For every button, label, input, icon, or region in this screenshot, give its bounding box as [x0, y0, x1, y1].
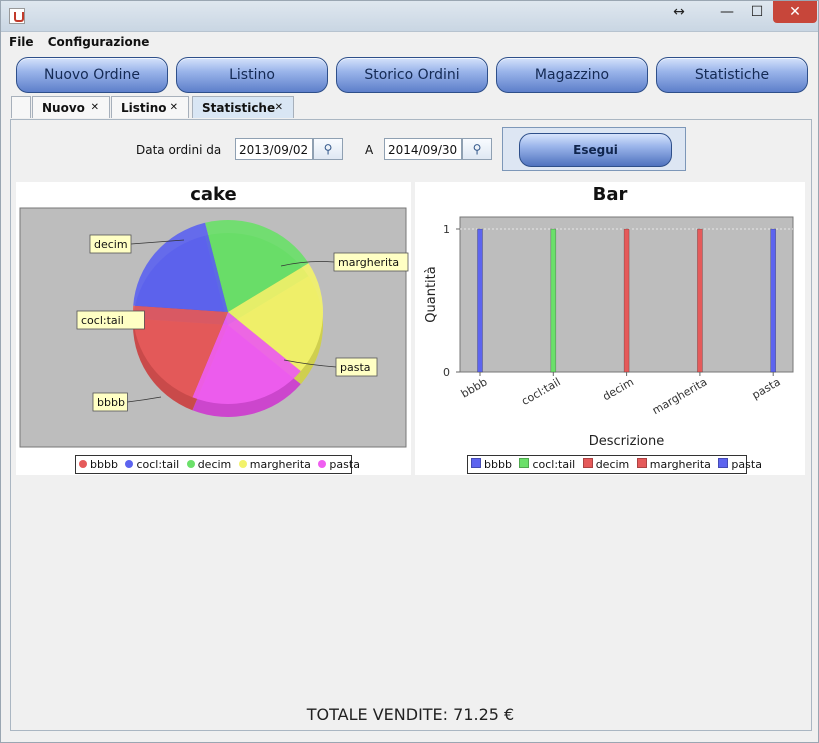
- x-axis-label: Descrizione: [589, 434, 665, 449]
- legend-dot-icon: [125, 460, 134, 468]
- main-navigation: Nuovo Ordine Listino Storico Ordini Maga…: [13, 57, 808, 93]
- title-bar: ↔ — ☐ ✕: [1, 1, 818, 32]
- storico-ordini-button[interactable]: Storico Ordini: [336, 57, 488, 93]
- nuovo-ordine-button[interactable]: Nuovo Ordine: [16, 57, 168, 93]
- date-to-picker-button[interactable]: ⚲: [462, 138, 492, 160]
- calendar-pin-icon: ⚲: [323, 142, 333, 156]
- total-sales-label: TOTALE VENDITE: 71.25 €: [306, 705, 515, 724]
- legend-label: bbbb: [484, 458, 512, 471]
- legend-label: cocl:tail: [136, 458, 180, 471]
- legend-dot-icon: [186, 460, 195, 468]
- tab-nuovo-label: Nuovo: [42, 101, 85, 115]
- date-from-picker-button[interactable]: ⚲: [313, 138, 343, 160]
- x-tick-label: margherita: [650, 375, 709, 417]
- legend-item: bbbb: [471, 456, 512, 474]
- x-tick-label: decim: [601, 375, 637, 403]
- tab-listino-label: Listino: [121, 101, 167, 115]
- statistiche-button[interactable]: Statistiche: [656, 57, 808, 93]
- bar-cocltail[interactable]: [550, 228, 557, 373]
- execute-button-frame: Esegui: [502, 127, 686, 171]
- listino-button[interactable]: Listino: [176, 57, 328, 93]
- menu-file[interactable]: File: [9, 35, 34, 49]
- pie-label-pasta: pasta: [340, 361, 371, 374]
- legend-item: decim: [582, 456, 630, 474]
- legend-label: pasta: [329, 458, 360, 471]
- pie-chart: decim margherita pasta bbbb cocl:tail: [19, 207, 409, 448]
- date-from-input[interactable]: 2013/09/02: [235, 138, 313, 160]
- date-to-label: A: [365, 143, 374, 157]
- legend-item: decim: [186, 456, 232, 474]
- pie-label-cocltail: cocl:tail: [81, 314, 124, 327]
- calendar-pin-icon: ⚲: [472, 142, 482, 156]
- tab-statistiche-label: Statistiche: [202, 101, 276, 115]
- legend-label: margherita: [249, 458, 311, 471]
- magazzino-button[interactable]: Magazzino: [496, 57, 648, 93]
- date-from-label: Data ordini da: [136, 143, 222, 157]
- legend-label: cocl:tail: [532, 458, 576, 471]
- tab-blank[interactable]: [11, 96, 31, 118]
- legend-item: cocl:tail: [519, 456, 575, 474]
- legend-item: bbbb: [79, 456, 118, 474]
- tab-listino[interactable]: Listino ✕: [111, 96, 189, 118]
- resize-icon[interactable]: ↔: [665, 1, 693, 23]
- tab-bar: Nuovo ✕ Listino ✕ Statistiche ✕: [11, 96, 811, 118]
- x-tick-label: cocl:tail: [519, 375, 563, 408]
- pie-chart-card: cake decim margherita pasta bbbb cocl:tail b…: [16, 182, 411, 475]
- pie-label-bbbb: bbbb: [97, 396, 125, 409]
- legend-square-icon: [582, 458, 593, 468]
- y-tick-label: 1: [443, 223, 450, 236]
- close-icon[interactable]: ✕: [773, 1, 817, 23]
- menu-configurazione[interactable]: Configurazione: [48, 35, 150, 49]
- minimize-icon[interactable]: —: [713, 1, 741, 23]
- bar-decim[interactable]: [623, 228, 630, 373]
- bar-bbbb[interactable]: [477, 228, 483, 373]
- legend-label: bbbb: [90, 458, 118, 471]
- bar-pasta[interactable]: [770, 228, 777, 373]
- date-to-input[interactable]: 2014/09/30: [384, 138, 462, 160]
- tab-close-icon[interactable]: ✕: [91, 97, 99, 119]
- application-window: ↔ — ☐ ✕ File Configurazione Nuovo Ordine…: [0, 0, 819, 743]
- legend-square-icon: [718, 458, 729, 468]
- menu-bar: File Configurazione: [9, 35, 159, 53]
- java-app-icon: [9, 8, 25, 24]
- legend-label: decim: [595, 458, 630, 471]
- legend-label: margherita: [649, 458, 711, 471]
- legend-item: margherita: [238, 456, 311, 474]
- legend-item: margherita: [636, 456, 711, 474]
- bar-chart-card: Bar 0 1 Quantità bbbb cocl:tail decim margheri…: [415, 182, 805, 475]
- legend-square-icon: [471, 458, 481, 468]
- y-axis-label: Quantità: [424, 266, 439, 322]
- legend-item: pasta: [718, 456, 762, 474]
- tab-nuovo[interactable]: Nuovo ✕: [32, 96, 110, 118]
- legend-dot-icon: [318, 460, 327, 468]
- bar-legend: bbbb cocl:tail decim margherita pasta: [467, 455, 762, 474]
- pie-label-margherita: margherita: [338, 256, 399, 269]
- pie-label-decim: decim: [94, 238, 128, 251]
- legend-label: decim: [197, 458, 232, 471]
- esegui-button[interactable]: Esegui: [519, 133, 672, 167]
- legend-label: pasta: [731, 458, 762, 471]
- legend-dot-icon: [238, 460, 247, 468]
- x-tick-label: pasta: [750, 375, 783, 402]
- maximize-icon[interactable]: ☐: [743, 1, 771, 23]
- y-tick-label: 0: [443, 366, 450, 379]
- legend-square-icon: [519, 458, 530, 468]
- legend-item: cocl:tail: [125, 456, 179, 474]
- legend-item: pasta: [318, 456, 360, 474]
- tab-statistiche[interactable]: Statistiche ✕: [192, 96, 294, 118]
- bar-chart: 0 1 Quantità bbbb cocl:tail decim margherita pa…: [424, 216, 794, 449]
- x-tick-label: bbbb: [459, 375, 490, 400]
- legend-square-icon: [636, 458, 647, 468]
- pie-legend: bbbb cocl:tail decim margherita pasta: [75, 455, 360, 474]
- tab-close-icon[interactable]: ✕: [275, 97, 283, 119]
- legend-dot-icon: [79, 460, 87, 468]
- bar-margherita[interactable]: [697, 228, 703, 373]
- tab-close-icon[interactable]: ✕: [170, 97, 178, 119]
